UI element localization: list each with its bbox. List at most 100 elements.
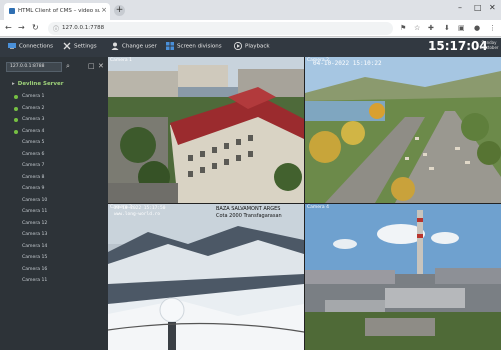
camera-3-timestamp: 24-10-2022 15:17:50 [114,206,166,211]
camera-3-website: www.long-world.ro [114,212,161,217]
camera-list-label: Camera 13 [22,232,48,237]
search-icon[interactable]: ⌕ [66,62,70,71]
camera-list-label: Camera 11 [22,278,48,283]
tab-favicon-icon [9,8,15,14]
camera-list-label: Camera 14 [22,243,48,249]
sidepanel-icon[interactable]: ▣ [458,24,465,32]
camera-4-image [305,204,501,350]
video-grid: Camera 1 Camera 2 04-10-2022 15:10:22 Ca… [108,57,501,350]
camera-list-item[interactable]: Camera 2 [14,105,45,111]
camera-list-label: Camera 3 [22,117,45,122]
camera-view-1[interactable]: Camera 1 [108,57,304,203]
browser-address-bar: ← → ↻ ⓘ 127.0.0.1:7788 ⚑ ☆ ✚ ⬇ ▣ ● ⋮ [0,20,501,37]
camera-sidebar: 127.0.0.1:8788 ⌕ □ ✕ ▸ Devline Server Cam… [0,57,108,350]
camera-list-item[interactable]: Camera 7 [22,163,44,168]
browser-menu-icon[interactable]: ⋮ [489,24,496,32]
browser-tab-bar: HTML Client of CMS – video surv... × + –… [0,0,501,20]
camera-view-2[interactable]: Camera 2 04-10-2022 15:10:22 [305,57,501,203]
camera-list-label: Camera 2 [22,105,45,111]
url-text: 127.0.0.1:7788 [62,25,105,31]
server-address-input[interactable]: 127.0.0.1:8788 [6,62,62,72]
camera-list-item[interactable]: Camera 13 [22,232,47,237]
camera-1-image [108,57,304,203]
close-panel-icon[interactable]: ✕ [98,62,104,70]
translate-icon[interactable]: ⚑ [400,24,406,32]
camera-list-label: Camera 15 [22,255,48,260]
camera-list-label: Camera 7 [22,163,45,168]
connections-label: Connections [19,43,53,50]
playback-button[interactable]: Playback [234,42,270,50]
playback-label: Playback [245,43,270,50]
camera-list-item[interactable]: Camera 4 [14,128,45,134]
camera-list-item[interactable]: Camera 15 [22,255,47,260]
clock-date: Sunday 9 october [478,40,500,50]
close-window-button[interactable]: ✕ [489,3,496,12]
extensions-icon[interactable]: ✚ [428,24,434,32]
connections-button[interactable]: Connections [8,42,53,50]
profile-avatar-icon[interactable]: ● [474,24,480,32]
camera-3-altitude: Cota 2000 Transfagarasan [216,213,282,219]
camera-list-label: Camera 10 [22,197,48,203]
camera-view-3[interactable]: Camera 3 24-10-2022 15:17:50 www.long-wo… [108,204,304,350]
camera-list-label: Camera 9 [22,186,45,191]
camera-view-4[interactable]: Camera 4 [305,204,501,350]
screen-divisions-label: Screen divisions [177,43,222,50]
reload-icon[interactable]: ↻ [32,23,39,32]
playback-icon [234,42,242,50]
user-icon [111,42,119,50]
forward-arrow-icon[interactable]: → [18,23,25,32]
camera-online-dot-icon [14,95,18,99]
camera-online-dot-icon [14,118,18,122]
camera-list-label: Camera 12 [22,220,48,226]
server-node[interactable]: ▸ Devline Server [12,81,63,87]
camera-list-item[interactable]: Camera 9 [22,186,44,191]
camera-4-label: Camera 4 [307,205,329,210]
camera-3-location: BAZA SALVAMONT ARGES [216,206,281,212]
site-info-icon[interactable]: ⓘ [53,24,59,33]
maximize-button[interactable]: □ [474,3,482,12]
tab-title: HTML Client of CMS – video surv... [18,8,100,14]
new-tab-button[interactable]: + [114,5,125,16]
browser-window: HTML Client of CMS – video surv... × + –… [0,0,501,350]
settings-tools-icon [63,42,71,50]
minimize-button[interactable]: – [458,3,462,12]
camera-list-item[interactable]: Camera 1 [14,94,45,99]
camera-list-label: Camera 5 [22,140,45,145]
camera-list-item[interactable]: Camera 5 [22,140,44,145]
collapse-panel-icon[interactable]: □ [88,62,95,70]
camera-online-dot-icon [14,129,18,134]
camera-list-label: Camera 11 [22,209,48,214]
grid-icon [166,42,174,50]
bookmark-star-icon[interactable]: ☆ [414,24,420,32]
camera-list-item[interactable]: Camera 8 [22,175,44,180]
browser-tab[interactable]: HTML Client of CMS – video surv... × [4,3,110,20]
camera-list-item[interactable]: Camera 14 [22,244,47,249]
camera-3-image [108,204,304,350]
clock-day-month: 9 october [479,45,499,50]
camera-list-label: Camera 4 [22,128,45,134]
camera-list-item[interactable]: Camera 12 [22,221,47,226]
camera-online-dot-icon [14,106,18,111]
camera-list-label: Camera 16 [22,266,48,272]
camera-list-item[interactable]: Camera 3 [14,117,45,122]
expand-arrow-icon[interactable]: ▸ [12,81,15,87]
camera-list-item[interactable]: Camera 16 [22,267,47,272]
settings-button[interactable]: Settings [63,42,97,50]
camera-list-item[interactable]: Camera 6 [22,152,44,157]
change-user-button[interactable]: Change user [111,42,157,50]
back-arrow-icon[interactable]: ← [5,23,12,32]
tab-close-icon[interactable]: × [101,6,107,14]
camera-list-label: Camera 6 [22,151,45,157]
url-omnibox[interactable]: ⓘ 127.0.0.1:7788 [48,22,393,35]
camera-2-image [305,57,501,203]
camera-list-item[interactable]: Camera 10 [22,198,47,203]
camera-list-item[interactable]: Camera 11 [22,278,47,283]
camera-list-item[interactable]: Camera 11 [22,209,47,214]
downloads-icon[interactable]: ⬇ [444,24,450,32]
screen-divisions-button[interactable]: Screen divisions [166,42,222,50]
settings-label: Settings [74,43,97,50]
camera-2-timestamp: 04-10-2022 15:10:22 [313,60,382,67]
camera-list-label: Camera 1 [22,94,45,99]
app-toolbar: Connections Settings Change user Screen … [0,38,501,57]
server-name: Devline Server [17,81,64,87]
